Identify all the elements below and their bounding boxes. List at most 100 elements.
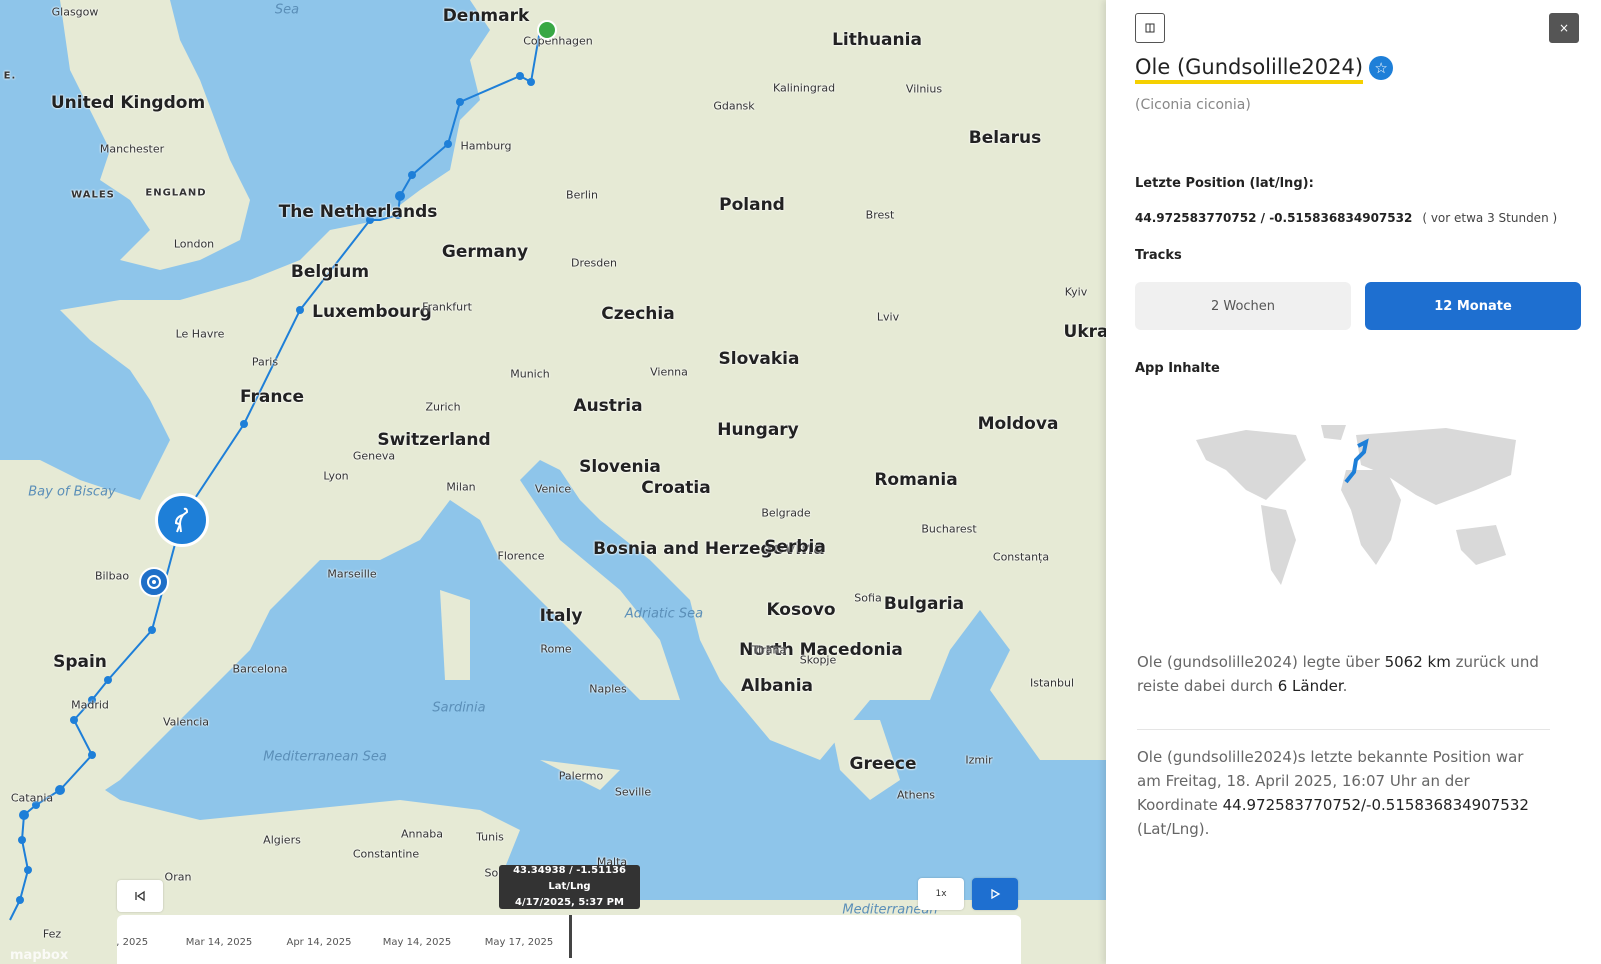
city-label: Dresden xyxy=(571,256,617,270)
city-label: Hamburg xyxy=(460,139,512,153)
city-label: Zurich xyxy=(425,400,461,414)
city-label: Tirana xyxy=(751,643,787,657)
close-button[interactable]: × xyxy=(1549,13,1579,43)
city-label: Vienna xyxy=(650,365,688,379)
divider xyxy=(1137,729,1550,730)
city-label: Vilnius xyxy=(905,82,943,96)
sea-label: Sardinia xyxy=(432,700,486,716)
timeline-date-label: Apr 14, 2025 xyxy=(286,937,352,948)
app-content-heading: App Inhalte xyxy=(1135,361,1220,376)
timeline-date-label: Mar 14, 2025 xyxy=(185,937,253,948)
summary-km: 5062 km xyxy=(1384,653,1451,671)
city-label: Palermo xyxy=(558,769,604,783)
last-known-end: (Lat/Lng). xyxy=(1137,820,1210,838)
country-label: Slovenia xyxy=(579,457,661,477)
country-label: Greece xyxy=(849,754,917,774)
country-label: United Kingdom xyxy=(50,93,206,113)
track-option-button[interactable]: 2 Wochen xyxy=(1135,282,1351,330)
last-position-value: 44.972583770752 / -0.515836834907532 xyxy=(1135,211,1413,225)
city-label: Frankfurt xyxy=(422,300,472,314)
sea-label: Sea xyxy=(274,2,300,18)
track-option-button[interactable]: 12 Monate xyxy=(1365,282,1581,330)
page-title: Ole (Gundsolille2024) ☆ xyxy=(1135,55,1394,84)
speed-button[interactable]: 1x xyxy=(918,878,964,910)
city-label: Manchester xyxy=(99,142,165,156)
city-label: Lyon xyxy=(323,469,349,483)
country-label: Spain xyxy=(53,652,107,672)
country-label: The Netherlands xyxy=(278,202,438,222)
timeline-cursor[interactable] xyxy=(569,915,572,958)
last-position-heading: Letzte Position (lat/lng): xyxy=(1135,176,1314,191)
city-label: Kaliningrad xyxy=(772,81,836,95)
city-label: Catania xyxy=(10,791,54,805)
city-label: Constantine xyxy=(352,847,420,861)
city-label: Sofia xyxy=(854,591,882,605)
last-known-coord: 44.972583770752/-0.515836834907532 xyxy=(1222,796,1529,814)
city-label: Madrid xyxy=(71,698,109,712)
country-label: Belarus xyxy=(968,128,1042,148)
country-label: France xyxy=(239,387,305,407)
country-label: Switzerland xyxy=(377,430,491,450)
play-icon xyxy=(991,888,1001,900)
country-label: Slovakia xyxy=(718,349,800,369)
timeline-date-label: 4, 2025 xyxy=(117,937,149,948)
summary-pre: Ole (gundsolille2024) legte über xyxy=(1137,653,1385,671)
region-label: WALES xyxy=(71,189,115,201)
timeline[interactable]: 4, 2025 Mar 14, 2025 Apr 14, 2025 May 14, 2… xyxy=(117,915,1021,964)
city-label: Annaba xyxy=(401,827,443,841)
city-label: London xyxy=(173,237,215,251)
country-label: Lithuania xyxy=(832,30,922,50)
city-label: Fez xyxy=(42,927,62,941)
speed-label: 1x xyxy=(935,889,947,899)
tooltip-coordinates: 43.34938 / -1.51136 Lat/Lng xyxy=(513,865,626,892)
sea-label: Adriatic Sea xyxy=(624,606,704,622)
mapbox-logo: mapbox xyxy=(10,948,69,963)
skip-back-button[interactable] xyxy=(117,880,163,912)
city-label: Istanbul xyxy=(1029,676,1075,690)
star-icon[interactable]: ☆ xyxy=(1369,56,1394,80)
city-label: Kyiv xyxy=(1064,285,1088,299)
city-label: Venice xyxy=(534,482,572,496)
last-position: 44.972583770752 / -0.515836834907532 ( vo… xyxy=(1135,211,1557,225)
start-marker[interactable] xyxy=(537,20,557,40)
collapse-panel-button[interactable] xyxy=(1135,13,1165,43)
country-label: Bulgaria xyxy=(883,594,965,614)
city-label: Copenhagen xyxy=(523,34,593,48)
play-button[interactable] xyxy=(972,878,1018,910)
city-label: Geneva xyxy=(352,449,396,463)
locate-icon[interactable] xyxy=(139,567,169,597)
city-label: Skopje xyxy=(799,653,837,667)
city-label: Naples xyxy=(589,682,627,696)
city-label: Constanța xyxy=(992,550,1050,564)
region-label: ENGLAND xyxy=(145,187,207,199)
map[interactable]: Denmark United Kingdom Lithuania Belarus Pol… xyxy=(0,0,1106,964)
country-label: Denmark xyxy=(442,6,530,26)
city-label: Izmir xyxy=(965,753,993,767)
country-label: Italy xyxy=(539,606,583,626)
city-label: Algiers xyxy=(263,833,301,847)
skip-back-icon xyxy=(135,890,145,902)
country-label: Croatia xyxy=(641,478,711,498)
country-label: Germany xyxy=(441,242,529,262)
sea-label: Mediterranean Sea xyxy=(263,749,387,765)
country-label: Czechia xyxy=(601,304,675,324)
tracks-heading: Tracks xyxy=(1135,248,1182,263)
country-label: Moldova xyxy=(977,414,1059,434)
timeline-date-label: May 17, 2025 xyxy=(484,937,554,948)
city-label: Lviv xyxy=(876,310,900,324)
species-name: (Ciconia ciconia) xyxy=(1135,97,1251,113)
city-label: Athens xyxy=(896,788,936,802)
country-label: Poland xyxy=(719,195,785,215)
tooltip-datetime: 4/17/2025, 5:37 PM xyxy=(515,897,624,908)
city-label: Barcelona xyxy=(232,662,288,676)
city-label: Seville xyxy=(614,785,652,799)
country-label: Belgium xyxy=(290,262,370,282)
city-label: Belgrade xyxy=(761,506,811,520)
city-label: Glasgow xyxy=(51,5,99,19)
summary-text: Ole (gundsolille2024) legte über 5062 km… xyxy=(1137,650,1547,698)
last-known-text: Ole (gundsolille2024)s letzte bekannte P… xyxy=(1137,745,1547,841)
city-label: Bilbao xyxy=(94,569,130,583)
country-label: Albania xyxy=(740,676,814,696)
region-label: E. xyxy=(3,70,17,82)
stork-marker-icon[interactable] xyxy=(155,493,209,547)
